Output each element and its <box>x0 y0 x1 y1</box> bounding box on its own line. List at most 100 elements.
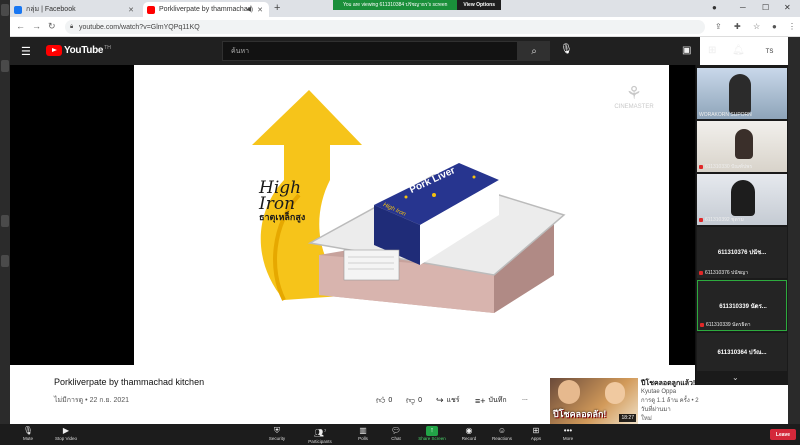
avatar[interactable]: TS <box>762 44 777 59</box>
scroll-down-chevron-icon[interactable]: ⌄ <box>732 373 739 382</box>
dislike-button[interactable]: 👎︎ 0 <box>406 395 422 406</box>
thumbnail-text: ปีโชคลอดลัก! <box>553 409 607 419</box>
notifications-bell-icon[interactable]: 🔔︎ <box>732 45 745 56</box>
save-label: บันทึก <box>488 397 507 404</box>
participant-caption: 611310339 นัดรธิดา <box>700 321 751 329</box>
microphone-icon[interactable]: 🎙︎ <box>560 44 573 55</box>
back-icon[interactable]: ← <box>16 21 25 31</box>
share-label: แชร์ <box>446 397 460 404</box>
app-icon[interactable] <box>1 255 9 267</box>
participant-count: 7 <box>323 428 327 433</box>
create-video-icon[interactable]: ▣ <box>682 45 691 56</box>
recommended-views: การดู 1.1 ล้าน ครั้ง • 2 วันที่ผ่านมา <box>641 398 699 413</box>
reload-icon[interactable]: ↻ <box>48 21 56 32</box>
zoom-toolbar: 🎙︎ Mute ▶︎ Stop Video ⛨ Security 👥︎7 Par… <box>0 424 800 445</box>
participant-tile-active-speaker[interactable]: 611310339 นัดร... 611310339 นัดรธิดา <box>697 280 787 331</box>
participant-name: WORAKORN SUPORN <box>699 112 752 118</box>
arrow-text-line3: ธาตุเหล็กสูง <box>259 213 306 223</box>
arrow-text-line2: Iron <box>259 194 296 214</box>
participant-big-name: 611310376 ปนัช... <box>717 250 767 256</box>
participant-silhouette <box>731 180 755 216</box>
facebook-icon <box>14 5 22 14</box>
recommended-video-thumbnail[interactable]: ปีโชคลอดลัก! 18:27 <box>550 378 638 424</box>
minimize-icon[interactable]: ─ <box>740 3 746 12</box>
more-icon: ••• <box>563 426 573 435</box>
youtube-logo[interactable]: YouTube TH <box>46 45 111 56</box>
share-arrow-icon: ↪ <box>436 395 444 405</box>
tab-facebook[interactable]: กลุ่ม | Facebook ✕ <box>10 2 140 17</box>
thumb-face <box>605 382 625 404</box>
participant-tile[interactable]: 611310364 ปวัณ... <box>697 333 787 371</box>
participants-button[interactable]: 👥︎7 Participants <box>300 426 340 444</box>
toolbar-label: Share Screen <box>418 436 446 441</box>
url-field[interactable]: 🔒︎ youtube.com/watch?v=GlmYQPq11KQ <box>65 20 705 34</box>
more-button[interactable]: ••• More <box>548 426 588 441</box>
search-input[interactable]: ค้นหา <box>222 41 518 61</box>
view-options-button[interactable]: View Options <box>457 0 501 10</box>
participant-name: 611310330 ปัณฑ์ปพร <box>705 164 753 170</box>
chat-icon: 💬︎ <box>390 426 402 435</box>
leave-button[interactable]: Leave <box>770 429 796 440</box>
shield-icon: ⛨ <box>274 426 280 435</box>
app-icon[interactable] <box>1 4 9 16</box>
profile-icon[interactable]: ● <box>772 22 777 31</box>
search-button[interactable]: ⌕ <box>518 41 550 61</box>
participant-tile[interactable]: 611310376 ปนัช... 611310376 ปนัชญา <box>697 227 787 278</box>
zoom-participants-panel: WORAKORN SUPORN 611310330 ปัณฑ์ปพร 61131… <box>695 65 788 385</box>
video-frame[interactable]: ⚘ CINEMASTER High Iron ธาตุเหล็กสูง Pork… <box>134 65 669 365</box>
recommended-video-info[interactable]: ปีโชคลอดลูกแล้ว! Kyutae Oppa การดู 1.1 ล… <box>641 379 701 424</box>
tab-youtube[interactable]: Porkliverpate by thammachad ◀) ✕ <box>143 2 269 17</box>
like-button[interactable]: 👍︎ 0 <box>376 395 392 406</box>
share-button[interactable]: ↪ แชร์ <box>436 395 460 406</box>
bookmark-star-icon[interactable]: ☆ <box>753 22 760 31</box>
more-label: ... <box>522 395 528 402</box>
app-icon[interactable] <box>1 60 9 72</box>
toolbar-label: Mute <box>22 436 33 441</box>
toolbar-label: More <box>562 436 574 441</box>
search-icon: ⌕ <box>531 45 537 57</box>
banner-text: You are viewing 611310384 ปรัชญาธร's scr… <box>343 2 448 8</box>
participant-name: 611310392 ชุดาม <box>705 217 744 223</box>
arrow-text: High Iron ธาตุเหล็กสูง <box>259 180 305 224</box>
close-icon[interactable]: ✕ <box>128 6 134 14</box>
thumb-face <box>558 380 580 404</box>
toolbar-label: Reactions <box>491 436 512 441</box>
participant-tile[interactable]: 611310330 ปัณฑ์ปพร <box>697 121 787 172</box>
close-icon[interactable]: ✕ <box>257 6 263 14</box>
participant-tile[interactable]: 611310392 ชุดาม <box>697 174 787 225</box>
stop-video-button[interactable]: ▶︎ Stop Video <box>46 426 86 441</box>
zoom-share-banner: You are viewing 611310384 ปรัชญาธร's scr… <box>333 0 501 10</box>
speaker-icon[interactable]: ◀) <box>246 6 253 13</box>
url-text: youtube.com/watch?v=GlmYQPq11KQ <box>79 23 200 31</box>
share-icon[interactable]: ⇪ <box>715 22 722 31</box>
save-button[interactable]: ≡+ บันทึก <box>475 395 507 406</box>
tab-label: กลุ่ม | Facebook <box>26 6 76 13</box>
muted-mic-icon <box>700 323 704 327</box>
video-title: Porkliverpate by thammachad kitchen <box>54 377 205 387</box>
microphone-icon: 🎙︎ <box>22 426 34 435</box>
participant-silhouette <box>735 129 753 159</box>
new-tab-button[interactable]: + <box>274 2 280 14</box>
participant-caption: 611310376 ปนัชญา <box>699 269 748 277</box>
menu-icon[interactable]: ⋮ <box>788 22 796 31</box>
more-actions-button[interactable]: ... <box>522 395 528 402</box>
participant-name: 611310339 นัดรธิดา <box>706 322 751 328</box>
share-screen-button[interactable]: ↑ Share Screen <box>412 426 452 441</box>
like-count: 0 <box>388 397 393 404</box>
forward-icon[interactable]: → <box>32 21 41 31</box>
chat-button[interactable]: 💬︎ Chat <box>376 426 416 441</box>
close-icon[interactable]: ✕ <box>784 3 791 12</box>
apps-grid-icon[interactable]: ⊞ <box>708 45 716 56</box>
thumbs-up-icon: 👍︎ <box>376 395 386 405</box>
hamburger-menu-icon[interactable]: ☰ <box>21 45 31 58</box>
screen: กลุ่ม | Facebook ✕ Porkliverpate by tham… <box>0 0 800 445</box>
maximize-icon[interactable]: ☐ <box>762 3 769 12</box>
extensions-icon[interactable]: ✚ <box>734 22 741 31</box>
desktop-taskbar <box>0 0 10 424</box>
mute-button[interactable]: 🎙︎ Mute <box>8 426 48 441</box>
participant-tile[interactable]: WORAKORN SUPORN <box>697 68 787 119</box>
app-icon[interactable] <box>1 215 9 227</box>
toolbar-label: Polls <box>358 436 368 441</box>
security-button[interactable]: ⛨ Security <box>257 426 297 441</box>
address-bar: ← → ↻ 🔒︎ youtube.com/watch?v=GlmYQPq11KQ… <box>10 17 800 37</box>
